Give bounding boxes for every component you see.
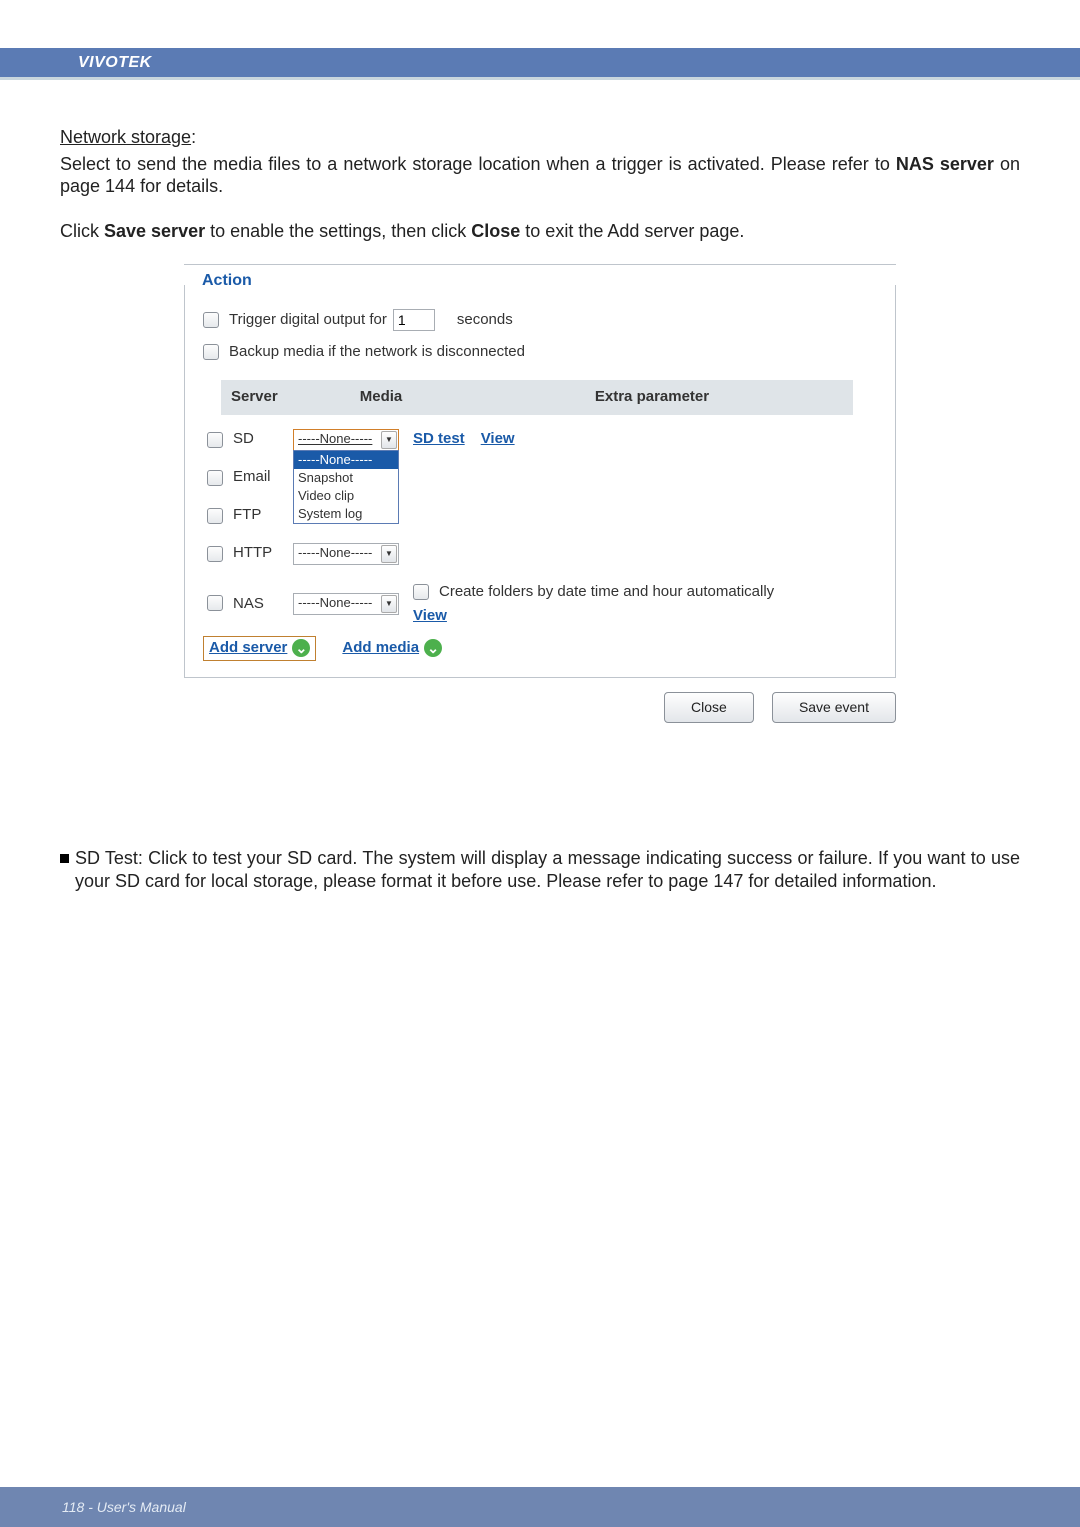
add-media-label: Add media [342,639,419,658]
media-sd-value: -----None----- [294,431,381,447]
table-row: HTTP -----None----- ▼ [207,539,871,569]
server-ftp: FTP [233,506,293,525]
server-nas: NAS [233,595,293,614]
th-extra: Extra parameter [451,388,853,407]
view-link[interactable]: View [413,607,447,624]
media-select-nas[interactable]: -----None----- ▼ [293,593,399,615]
checkbox-email[interactable] [207,470,223,486]
th-server: Server [221,388,311,407]
table-header: Server Media Extra parameter [221,380,853,415]
p2-b: to enable the settings, then click [205,221,471,241]
p1-bold: NAS server [896,154,994,174]
table-row: NAS -----None----- ▼ Create folders by d… [207,583,871,627]
brand-logo: VIVOTEK [78,54,152,72]
th-media: Media [311,388,451,407]
checkbox-nas[interactable] [207,595,223,611]
footer-text: 118 - User's Manual [62,1499,186,1515]
bullet-sd-test: SD Test: Click to test your SD card. The… [60,847,1020,892]
add-server-button[interactable]: Add server ⌄ [203,636,316,661]
checkbox-ftp[interactable] [207,508,223,524]
bullet-sd-text: SD Test: Click to test your SD card. The… [75,847,1020,892]
trigger-seconds-input[interactable] [393,309,435,331]
dropdown-option[interactable]: -----None----- [294,451,398,469]
media-select-sd[interactable]: -----None----- ▼ [293,429,399,451]
page-footer: 118 - User's Manual [0,1487,1080,1527]
header-bar [0,48,1080,80]
server-sd: SD [233,430,293,449]
trigger-label-b: seconds [457,311,513,330]
chevron-down-icon: ▼ [381,431,397,449]
p2-bold-1: Save server [104,221,205,241]
checkbox-create-folders[interactable] [413,584,429,600]
save-event-button[interactable]: Save event [772,692,896,724]
dialog-buttons: Close Save event [180,692,900,724]
media-select-http[interactable]: -----None----- ▼ [293,543,399,565]
checkbox-sd[interactable] [207,432,223,448]
nas-create-label: Create folders by date time and hour aut… [439,583,774,602]
chevron-down-icon: ▼ [381,595,397,613]
page-content: Network storage: Select to send the medi… [60,126,1020,892]
media-http-value: -----None----- [294,545,381,561]
add-server-label: Add server [209,639,287,658]
trigger-label-a: Trigger digital output for [229,311,387,330]
media-nas-value: -----None----- [294,595,381,611]
server-email: Email [233,468,293,487]
p2-bold-2: Close [471,221,520,241]
sd-test-link[interactable]: SD test [413,430,465,449]
section-title: Network storage [60,127,191,147]
p2-a: Click [60,221,104,241]
p2-c: to exit the Add server page. [520,221,744,241]
plus-icon: ⌄ [424,639,442,657]
server-http: HTTP [233,544,293,563]
dropdown-option[interactable]: Video clip [294,487,398,505]
close-button[interactable]: Close [664,692,754,724]
table-row: SD -----None----- ▼ -----None----- Snaps… [207,425,871,455]
backup-label: Backup media if the network is disconnec… [229,343,525,362]
add-row: Add server ⌄ Add media ⌄ [203,636,871,661]
plus-icon: ⌄ [292,639,310,657]
chevron-down-icon: ▼ [381,545,397,563]
action-panel: Action Trigger digital output for second… [180,264,900,723]
dropdown-option[interactable]: Snapshot [294,469,398,487]
checkbox-backup[interactable] [203,344,219,360]
p1-a: Select to send the media files to a netw… [60,154,896,174]
bullet-icon [60,854,69,863]
checkbox-trigger[interactable] [203,312,219,328]
checkbox-http[interactable] [207,546,223,562]
view-link[interactable]: View [481,430,515,449]
panel-legend: Action [202,271,262,291]
dropdown-option[interactable]: System log [294,505,398,523]
section-colon: : [191,127,196,147]
media-dropdown[interactable]: -----None----- Snapshot Video clip Syste… [293,450,399,524]
add-media-button[interactable]: Add media ⌄ [342,639,442,658]
